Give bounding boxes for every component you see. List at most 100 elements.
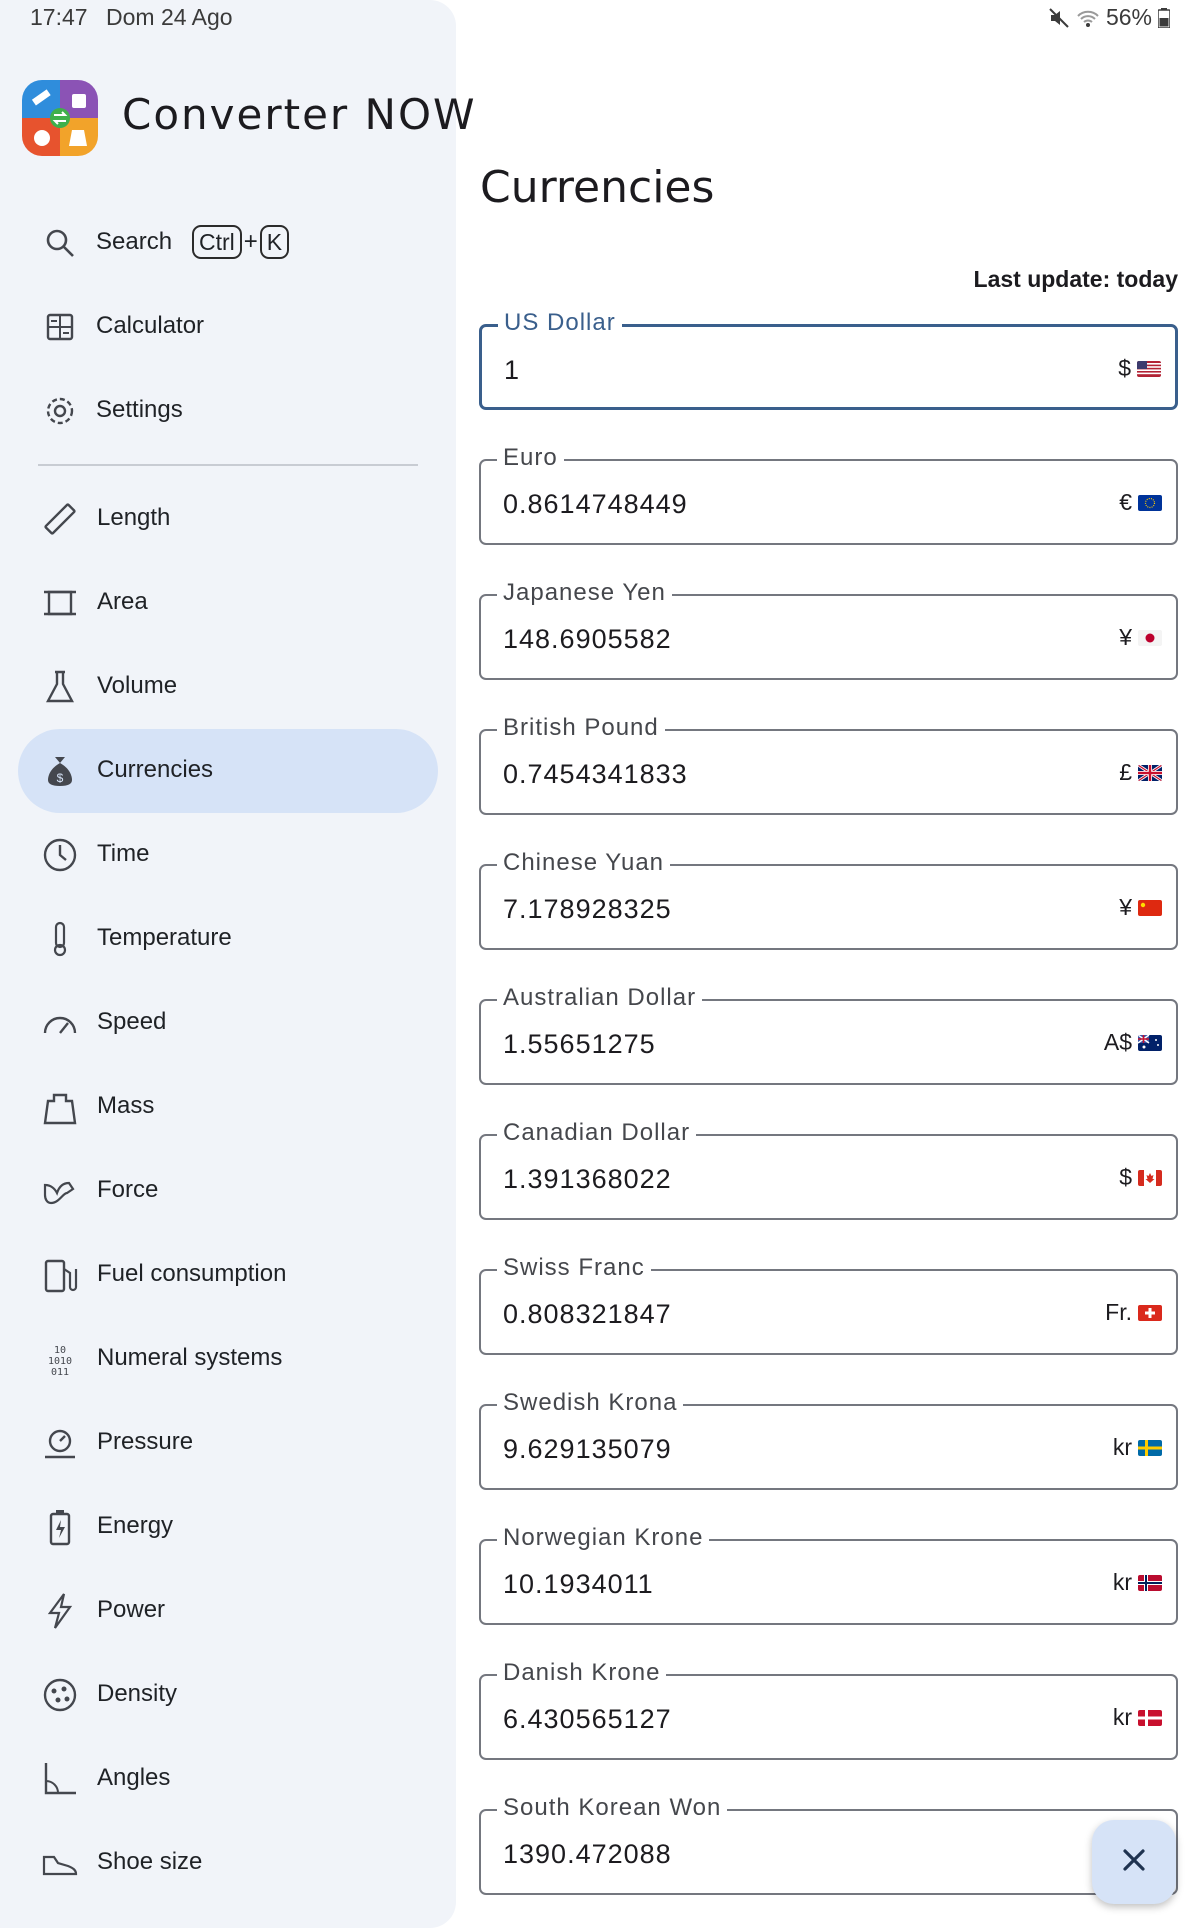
sidebar-item-area[interactable]: Area bbox=[18, 561, 438, 645]
sidebar-item-label: Power bbox=[97, 1596, 166, 1623]
eu-flag-icon bbox=[1138, 494, 1162, 511]
svg-text:1010: 1010 bbox=[48, 1356, 72, 1367]
sidebar-divider bbox=[38, 464, 418, 466]
currency-field-gbp[interactable]: British Pound 0.7454341833 £ bbox=[479, 714, 1178, 815]
sidebar-item-length[interactable]: Length bbox=[18, 477, 438, 561]
sidebar-item-pressure[interactable]: Pressure bbox=[18, 1401, 438, 1485]
field-label: Australian Dollar bbox=[497, 984, 703, 1012]
svg-text:10: 10 bbox=[54, 1345, 66, 1356]
sidebar-item-label: Currencies bbox=[97, 756, 214, 783]
field-value[interactable]: 0.7454341833 bbox=[503, 759, 688, 790]
field-value[interactable]: 6.430565127 bbox=[503, 1704, 672, 1735]
page-title: Currencies bbox=[480, 162, 715, 213]
thermometer-icon bbox=[40, 919, 80, 959]
field-label: Chinese Yuan bbox=[497, 849, 671, 877]
field-value[interactable]: 0.8614748449 bbox=[503, 489, 688, 520]
field-value[interactable]: 9.629135079 bbox=[503, 1434, 672, 1465]
us-flag-icon bbox=[1137, 360, 1161, 377]
se-flag-icon bbox=[1138, 1439, 1162, 1456]
field-suffix: € bbox=[1119, 489, 1162, 516]
field-suffix: A$ bbox=[1104, 1029, 1162, 1056]
currency-field-chf[interactable]: Swiss Franc 0.808321847 Fr. bbox=[479, 1254, 1178, 1355]
gear-icon bbox=[40, 391, 80, 431]
currency-field-sek[interactable]: Swedish Krona 9.629135079 kr bbox=[479, 1389, 1178, 1490]
sidebar-item-fuel-consumption[interactable]: Fuel consumption bbox=[18, 1233, 438, 1317]
field-value[interactable]: 1.55651275 bbox=[503, 1029, 656, 1060]
close-icon bbox=[1117, 1843, 1151, 1882]
currency-symbol: $ bbox=[1119, 1164, 1132, 1190]
field-value[interactable]: 10.1934011 bbox=[503, 1569, 654, 1600]
field-label: Swiss Franc bbox=[497, 1254, 651, 1282]
battery-icon bbox=[1158, 7, 1170, 28]
sidebar-item-label: Area bbox=[97, 588, 148, 615]
field-value[interactable]: 1390.472088 bbox=[503, 1839, 672, 1870]
sidebar-item-shoe-size[interactable]: Shoe size bbox=[18, 1821, 438, 1905]
speedometer-icon bbox=[40, 1003, 80, 1043]
sidebar-item-label: Volume bbox=[97, 672, 178, 699]
field-value[interactable]: 1 bbox=[504, 355, 520, 386]
ch-flag-icon bbox=[1138, 1304, 1162, 1321]
field-suffix: kr bbox=[1113, 1704, 1162, 1731]
currency-symbol: ¥ bbox=[1119, 894, 1132, 920]
sidebar-item-time[interactable]: Time bbox=[18, 813, 438, 897]
ca-flag-icon bbox=[1138, 1169, 1162, 1186]
currency-field-dkk[interactable]: Danish Krone 6.430565127 kr bbox=[479, 1659, 1178, 1760]
sidebar-item-power[interactable]: Power bbox=[18, 1569, 438, 1653]
sidebar-item-mass[interactable]: Mass bbox=[18, 1065, 438, 1149]
field-label: Canadian Dollar bbox=[497, 1119, 697, 1147]
currency-field-cny[interactable]: Chinese Yuan 7.178928325 ¥ bbox=[479, 849, 1178, 950]
currency-symbol: kr bbox=[1112, 1569, 1132, 1595]
sidebar-item-volume[interactable]: Volume bbox=[18, 645, 438, 729]
sidebar-item-energy[interactable]: Energy bbox=[18, 1485, 438, 1569]
cn-flag-icon bbox=[1138, 899, 1162, 916]
sidebar-item-label: Energy bbox=[97, 1512, 174, 1539]
mute-icon bbox=[1048, 7, 1070, 29]
binary-icon: 10 1010 011 bbox=[40, 1339, 80, 1379]
field-label: South Korean Won bbox=[497, 1794, 728, 1822]
field-label: US Dollar bbox=[498, 309, 622, 337]
field-suffix: $ bbox=[1119, 1164, 1162, 1191]
status-date: Dom 24 Ago bbox=[106, 4, 233, 30]
sidebar-item-density[interactable]: Density bbox=[18, 1653, 438, 1737]
sidebar-item-settings[interactable]: Settings bbox=[18, 369, 438, 453]
currency-field-jpy[interactable]: Japanese Yen 148.6905582 ¥ bbox=[479, 579, 1178, 680]
field-suffix: ¥ bbox=[1119, 624, 1162, 651]
sidebar-item-search[interactable]: Search Ctrl + K bbox=[18, 201, 438, 285]
currency-symbol: ¥ bbox=[1119, 624, 1132, 650]
flask-icon bbox=[40, 667, 80, 707]
sidebar-item-label: Calculator bbox=[96, 312, 205, 339]
sidebar-item-angles[interactable]: Angles bbox=[18, 1737, 438, 1821]
calculator-icon bbox=[40, 307, 80, 347]
sidebar-item-calculator[interactable]: Calculator bbox=[18, 285, 438, 369]
sidebar-item-currencies[interactable]: $ Currencies bbox=[18, 729, 438, 813]
svg-text:$: $ bbox=[57, 771, 64, 785]
sidebar-item-label: Force bbox=[97, 1176, 159, 1203]
field-suffix: kr bbox=[1113, 1434, 1162, 1461]
battery-text: 56% bbox=[1105, 4, 1152, 30]
currency-field-eur[interactable]: Euro 0.8614748449 € bbox=[479, 444, 1178, 545]
field-value[interactable]: 148.6905582 bbox=[503, 624, 672, 655]
sidebar-item-speed[interactable]: Speed bbox=[18, 981, 438, 1065]
currency-field-nok[interactable]: Norwegian Krone 10.1934011 kr bbox=[479, 1524, 1178, 1625]
wifi-icon bbox=[1076, 7, 1100, 29]
sidebar-item-label: Angles bbox=[97, 1764, 171, 1791]
field-label: Japanese Yen bbox=[497, 579, 672, 607]
field-value[interactable]: 0.808321847 bbox=[503, 1299, 672, 1330]
sidebar-item-temperature[interactable]: Temperature bbox=[18, 897, 438, 981]
field-value[interactable]: 7.178928325 bbox=[503, 894, 672, 925]
currency-field-aud[interactable]: Australian Dollar 1.55651275 A$ bbox=[479, 984, 1178, 1085]
sidebar-item-numeral-systems[interactable]: 10 1010 011 Numeral systems bbox=[18, 1317, 438, 1401]
currency-field-krw[interactable]: South Korean Won 1390.472088 bbox=[479, 1794, 1178, 1895]
currency-symbol: € bbox=[1119, 489, 1132, 515]
app-name: Converter NOW bbox=[122, 90, 477, 139]
close-fab-button[interactable] bbox=[1092, 1820, 1176, 1904]
sidebar-item-label: Shoe size bbox=[97, 1848, 203, 1875]
currency-field-usd[interactable]: US Dollar 1 $ bbox=[479, 309, 1178, 410]
field-suffix: ¥ bbox=[1119, 894, 1162, 921]
dk-flag-icon bbox=[1138, 1709, 1162, 1726]
field-suffix: kr bbox=[1113, 1569, 1162, 1596]
sidebar-item-label: Length bbox=[97, 504, 171, 531]
currency-field-cad[interactable]: Canadian Dollar 1.391368022 $ bbox=[479, 1119, 1178, 1220]
field-value[interactable]: 1.391368022 bbox=[503, 1164, 672, 1195]
sidebar-item-force[interactable]: Force bbox=[18, 1149, 438, 1233]
